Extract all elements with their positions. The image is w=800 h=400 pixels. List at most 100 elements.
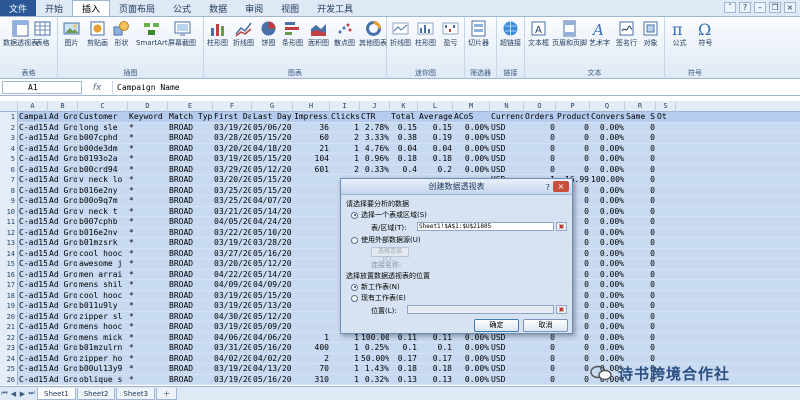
grid-cell[interactable]: 03/19/201 (214, 322, 251, 333)
grid-cell[interactable]: C-ad151- (19, 144, 47, 155)
grid-cell[interactable]: 03/19/201 (214, 238, 251, 249)
grid-cell[interactable]: Ad Group (49, 301, 77, 312)
grid-cell[interactable]: * (129, 186, 167, 197)
grid-cell[interactable] (294, 280, 329, 291)
grid-cell[interactable]: mens hooc (79, 322, 127, 333)
grid-cell[interactable]: 05/16/201 (253, 249, 292, 260)
grid-cell[interactable] (294, 186, 329, 197)
grid-cell[interactable]: USD (491, 154, 523, 165)
dialog-help-icon[interactable]: ? (546, 180, 550, 196)
grid-cell[interactable]: * (129, 291, 167, 302)
grid-cell[interactable]: Orders pl (525, 112, 555, 123)
grid-cell[interactable]: 03/19/201 (214, 154, 251, 165)
grid-cell[interactable]: 0 (525, 165, 555, 176)
grid-cell[interactable]: zipper ho (79, 354, 127, 365)
grid-cell[interactable]: b00de3dm (79, 144, 127, 155)
grid-cell[interactable]: 05/15/201 (253, 133, 292, 144)
grid-cell[interactable]: * (129, 123, 167, 134)
grid-cell[interactable]: * (129, 207, 167, 218)
grid-cell[interactable]: 0 (525, 343, 555, 354)
row-number[interactable]: 9 (0, 196, 18, 207)
grid-cell[interactable]: BROAD (169, 301, 212, 312)
grid-cell[interactable]: zipper sl (79, 312, 127, 323)
grid-cell[interactable]: BROAD (169, 196, 212, 207)
grid-cell[interactable]: * (129, 375, 167, 386)
grid-cell[interactable]: C-ad151- (19, 270, 47, 281)
grid-cell[interactable]: 03/19/201 (214, 123, 251, 134)
grid-cell[interactable]: Impressio (294, 112, 329, 123)
grid-cell[interactable]: v neck t (79, 207, 127, 218)
grid-cell[interactable]: C-ad151- (19, 259, 47, 270)
grid-cell[interactable]: 03/19/201 (214, 301, 251, 312)
grid-cell[interactable]: Last Day (253, 112, 292, 123)
equation-button[interactable]: π 公式 (671, 20, 688, 48)
grid-cell[interactable]: 400 (294, 343, 329, 354)
grid-cell[interactable]: BROAD (169, 322, 212, 333)
grid-cell[interactable]: 03/20/201 (214, 259, 251, 270)
column-header[interactable]: H (293, 101, 330, 112)
grid-cell[interactable]: Ad Group (49, 217, 77, 228)
grid-cell[interactable]: BROAD (169, 375, 212, 386)
grid-cell[interactable]: 1 (331, 354, 359, 365)
grid-cell[interactable]: 0 (626, 123, 655, 134)
grid-cell[interactable]: * (129, 280, 167, 291)
grid-cell[interactable]: C-ad151- (19, 249, 47, 260)
grid-cell[interactable]: 03/27/201 (214, 249, 251, 260)
grid-cell[interactable] (657, 270, 675, 281)
grid-cell[interactable]: 1.43% (361, 364, 389, 375)
grid-cell[interactable]: USD (491, 123, 523, 134)
grid-cell[interactable]: 04/22/201 (214, 270, 251, 281)
column-header[interactable]: D (128, 101, 168, 112)
row-number[interactable]: 19 (0, 301, 18, 312)
area-chart-button[interactable]: 面积图 (308, 20, 329, 48)
formula-input[interactable]: Campaign Name (112, 81, 800, 94)
grid-cell[interactable]: 0.00% (591, 301, 624, 312)
grid-cell[interactable]: 0 (626, 270, 655, 281)
grid-cell[interactable]: 0.00% (591, 291, 624, 302)
column-header[interactable]: B (48, 101, 78, 112)
sparkline-winloss-button[interactable]: 盈亏 (442, 20, 459, 48)
grid-cell[interactable]: BROAD (169, 364, 212, 375)
grid-cell[interactable]: BROAD (169, 186, 212, 197)
grid-cell[interactable]: 0.18 (419, 364, 452, 375)
grid-cell[interactable] (657, 175, 675, 186)
grid-cell[interactable]: 0 (557, 154, 589, 165)
grid-cell[interactable]: BROAD (169, 133, 212, 144)
grid-cell[interactable]: 0.00% (591, 165, 624, 176)
grid-cell[interactable]: * (129, 228, 167, 239)
grid-cell[interactable]: Ad Group (49, 375, 77, 386)
grid-cell[interactable]: BROAD (169, 312, 212, 323)
grid-cell[interactable]: 03/31/201 (214, 343, 251, 354)
grid-cell[interactable] (294, 207, 329, 218)
grid-cell[interactable]: 70 (294, 364, 329, 375)
grid-cell[interactable]: b01mzsrk (79, 238, 127, 249)
grid-cell[interactable]: 0.18 (391, 154, 417, 165)
grid-cell[interactable] (294, 312, 329, 323)
grid-cell[interactable]: 1 (331, 154, 359, 165)
grid-cell[interactable]: BROAD (169, 165, 212, 176)
grid-cell[interactable]: 0 (626, 322, 655, 333)
grid-cell[interactable]: 05/15/201 (253, 154, 292, 165)
grid-cell[interactable]: 0.4 (391, 165, 417, 176)
grid-cell[interactable]: 03/28/201 (253, 238, 292, 249)
grid-cell[interactable]: BROAD (169, 175, 212, 186)
grid-cell[interactable]: 0 (557, 375, 589, 386)
grid-cell[interactable]: 04/30/201 (214, 312, 251, 323)
grid-cell[interactable]: 0.00% (591, 343, 624, 354)
grid-cell[interactable]: Ad Group (49, 364, 77, 375)
row-number[interactable]: 2 (0, 122, 18, 133)
text-box-button[interactable]: A 文本框 (528, 20, 549, 48)
grid-cell[interactable]: * (129, 144, 167, 155)
grid-cell[interactable]: 1 (331, 375, 359, 386)
grid-cell[interactable]: 0 (525, 154, 555, 165)
radio-select-table[interactable]: 选择一个表或区域(S) (351, 210, 427, 220)
grid-cell[interactable]: BROAD (169, 291, 212, 302)
grid-cell[interactable]: C-ad151- (19, 154, 47, 165)
grid-cell[interactable] (294, 238, 329, 249)
grid-cell[interactable]: * (129, 165, 167, 176)
grid-cell[interactable]: BROAD (169, 238, 212, 249)
grid-cell[interactable]: C-ad151- (19, 312, 47, 323)
grid-cell[interactable]: 0 (626, 301, 655, 312)
row-number[interactable]: 25 (0, 364, 18, 375)
grid-cell[interactable]: 0 (626, 207, 655, 218)
